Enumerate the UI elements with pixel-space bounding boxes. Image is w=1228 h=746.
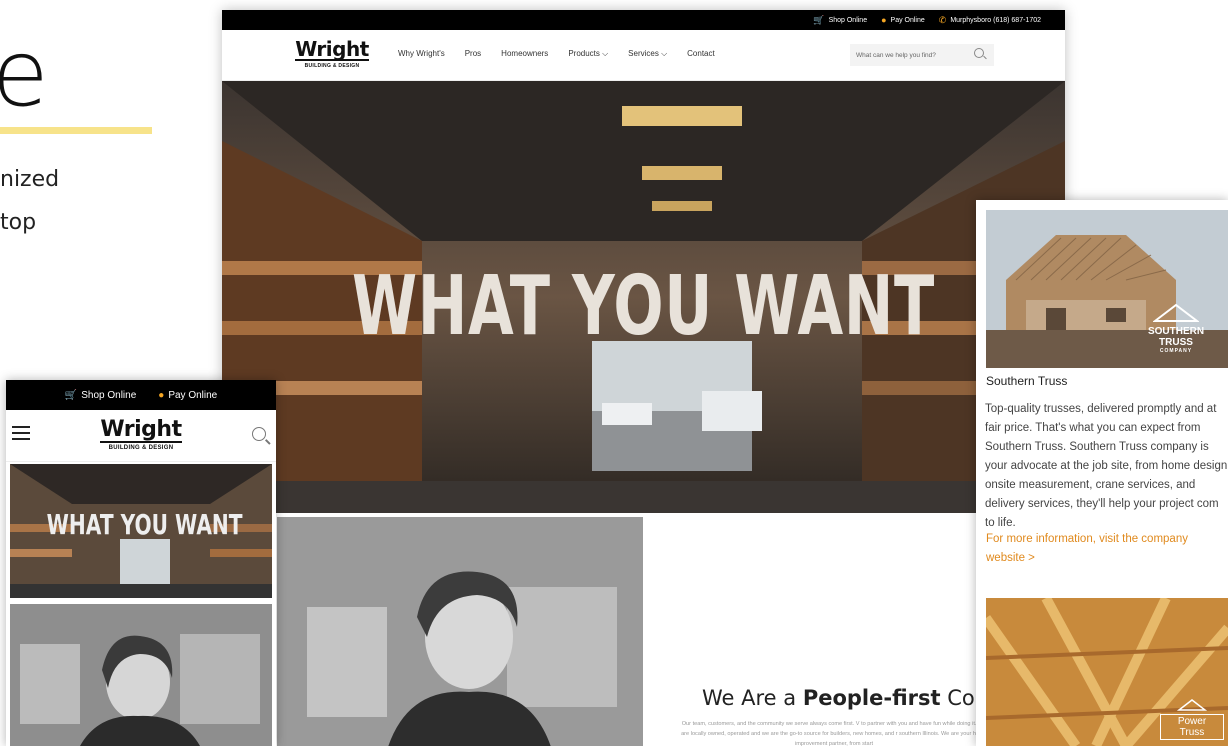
mobile-pay-online-link[interactable]: ● Pay Online: [158, 390, 217, 401]
shop-online-link[interactable]: 🛒 Shop Online: [813, 15, 867, 26]
primary-nav: Why Wright's Pros Homeowners Products ⌵ …: [398, 49, 715, 59]
company-website-link[interactable]: For more information, visit the company …: [986, 530, 1226, 568]
mobile-logo-tagline: BUILDING & DESIGN: [108, 445, 174, 451]
southern-truss-logo-subtext: COMPANY: [1159, 348, 1193, 354]
card-body: Top-quality trusses, delivered promptly …: [985, 403, 1228, 529]
people-first-section: We Are a People-first Comp Our team, cus…: [222, 513, 1065, 746]
nav-services[interactable]: Services ⌵: [628, 49, 667, 59]
mobile-shop-online-link[interactable]: 🛒 Shop Online: [65, 390, 137, 401]
mobile-site-logo[interactable]: Wright BUILDING & DESIGN: [96, 419, 186, 451]
pay-online-label: Pay Online: [890, 16, 925, 24]
card-title: Southern Truss: [986, 374, 1068, 388]
southern-truss-logo-text: SOUTHERN TRUSS: [1147, 326, 1205, 348]
team-member-photo: [277, 517, 643, 746]
background-text-line-2: top: [0, 210, 37, 235]
user-icon: ●: [881, 15, 887, 25]
user-icon: ●: [158, 389, 165, 401]
shop-online-label: Shop Online: [828, 16, 868, 24]
power-truss-logo: Power Truss: [1160, 699, 1224, 740]
mobile-hero-title: WHAT YOU WANT: [46, 508, 243, 541]
nav-homeowners[interactable]: Homeowners: [501, 49, 548, 59]
southern-truss-photo: SOUTHERN TRUSS COMPANY: [986, 210, 1228, 368]
phone-icon: ✆: [938, 14, 947, 25]
cart-icon: 🛒: [813, 14, 825, 25]
search-icon[interactable]: [252, 427, 266, 441]
site-logo[interactable]: Wright BUILDING & DESIGN: [292, 39, 372, 69]
search-input[interactable]: What can we help you find?: [850, 44, 994, 66]
desktop-screenshot: 🛒 Shop Online ● Pay Online ✆ Murphysboro…: [222, 10, 1065, 746]
main-navbar: Wright BUILDING & DESIGN Why Wright's Pr…: [222, 30, 1065, 81]
power-truss-logo-text: Power Truss: [1160, 714, 1224, 740]
pay-online-link[interactable]: ● Pay Online: [881, 15, 925, 25]
logo-tagline: BUILDING & DESIGN: [304, 63, 360, 69]
hero-banner: WHAT YOU WANT: [222, 81, 1065, 513]
nav-pros[interactable]: Pros: [465, 49, 481, 59]
search-icon[interactable]: [974, 48, 984, 58]
hamburger-menu-icon[interactable]: [12, 426, 30, 440]
power-truss-photo: Power Truss: [986, 598, 1228, 746]
phone-label: Murphysboro (618) 687-1702: [950, 16, 1041, 24]
phone-link[interactable]: ✆ Murphysboro (618) 687-1702: [939, 15, 1041, 26]
people-first-body: Our team, customers, and the community w…: [681, 721, 987, 746]
logo-wordmark: Wright: [295, 37, 369, 61]
southern-truss-logo: SOUTHERN TRUSS COMPANY: [1130, 303, 1222, 354]
search-placeholder: What can we help you find?: [856, 51, 936, 59]
background-text-line-1: nized: [0, 167, 60, 192]
mobile-screenshot: 🛒 Shop Online ● Pay Online Wright BUILDING…: [6, 380, 276, 746]
hero-title: WHAT YOU WANT: [351, 259, 936, 354]
mobile-logo-wordmark: Wright: [100, 417, 182, 443]
mobile-hero-banner: WHAT YOU WANT: [10, 464, 272, 598]
background-accent-rule: [0, 127, 152, 134]
nav-contact[interactable]: Contact: [687, 49, 715, 59]
southern-truss-card: SOUTHERN TRUSS COMPANY Southern Truss To…: [976, 200, 1228, 746]
mobile-header: Wright BUILDING & DESIGN: [6, 410, 276, 462]
nav-why-wrights[interactable]: Why Wright's: [398, 49, 445, 59]
nav-products[interactable]: Products ⌵: [568, 49, 608, 59]
background-heading-fragment: e: [0, 20, 49, 127]
mobile-utility-bar: 🛒 Shop Online ● Pay Online: [6, 380, 276, 410]
utility-bar: 🛒 Shop Online ● Pay Online ✆ Murphysboro…: [222, 10, 1065, 30]
cart-icon: 🛒: [64, 389, 78, 401]
people-first-heading: We Are a People-first Comp: [702, 686, 1009, 710]
mobile-team-member-photo: [10, 604, 272, 746]
